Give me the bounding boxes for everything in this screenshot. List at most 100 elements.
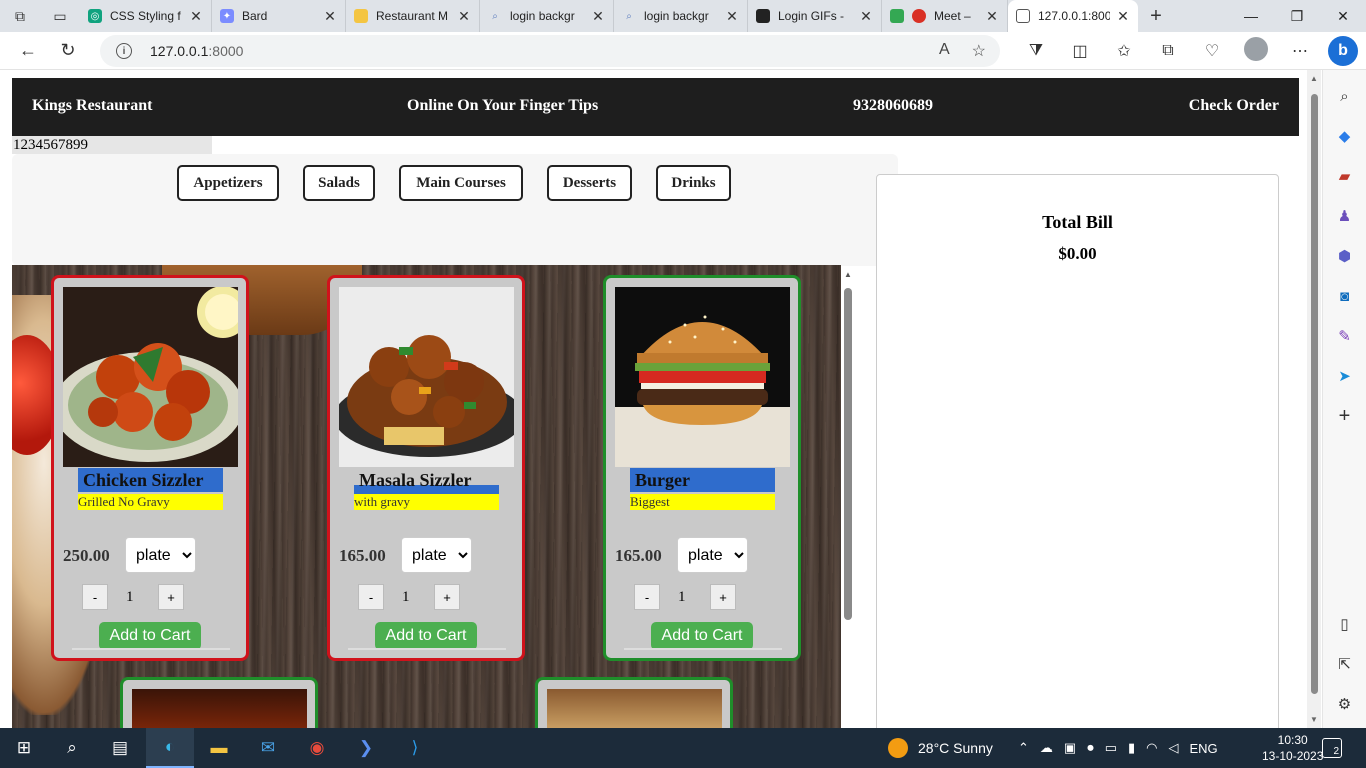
refresh-icon[interactable]: ↻ (48, 32, 88, 70)
tools-briefcase-icon[interactable]: ▰ (1331, 162, 1359, 190)
sidebar-toggle-icon[interactable]: ▯ (1331, 610, 1359, 638)
unit-select[interactable]: plate (677, 537, 748, 573)
edge-browser-icon[interactable]: ◐ (146, 728, 194, 768)
vscode-icon[interactable]: ⟩ (391, 728, 439, 768)
workspaces-icon[interactable]: ⧉ (0, 0, 40, 32)
volume-icon[interactable]: ◁ (1169, 740, 1179, 756)
browser-essentials-icon[interactable]: ♡ (1190, 41, 1234, 61)
file-explorer-icon[interactable]: ▬ (195, 728, 243, 768)
browser-tab[interactable]: ✦ Bard ✕ (212, 0, 346, 32)
url-field[interactable]: i 127.0.0.1:8000 A ☆ (100, 35, 1000, 67)
chrome-icon[interactable]: ◉ (293, 728, 341, 768)
quantity-value: 1 (126, 589, 134, 605)
quantity-increase-button[interactable]: + (158, 584, 184, 610)
browser-tab[interactable]: Restaurant M ✕ (346, 0, 480, 32)
windows-start-icon[interactable]: ⊞ (0, 728, 48, 768)
scroll-up-icon[interactable]: ▲ (844, 270, 852, 279)
menu-card (535, 677, 733, 728)
favorites-icon[interactable]: ✩ (1102, 41, 1146, 61)
browser-tab[interactable]: ⌕ login backgr ✕ (480, 0, 614, 32)
close-icon[interactable]: ✕ (725, 8, 739, 25)
masala-sizzler-image (339, 287, 514, 467)
page-scrollbar[interactable]: ▲ ▼ (1307, 70, 1321, 728)
browser-tab[interactable]: ◎ CSS Styling f ✕ (80, 0, 212, 32)
close-icon[interactable]: ✕ (1116, 8, 1130, 25)
browser-tab-active[interactable]: 127.0.0.1:800 ✕ (1008, 0, 1138, 32)
split-screen-icon[interactable]: ◫ (1058, 41, 1102, 61)
category-appetizers-button[interactable]: Appetizers (177, 165, 279, 201)
close-icon[interactable]: ✕ (189, 8, 203, 25)
browser-tab[interactable]: ⌕ login backgr ✕ (614, 0, 748, 32)
minimize-icon[interactable]: — (1228, 0, 1274, 32)
extensions-icon[interactable]: ⧩ (1014, 42, 1058, 60)
quantity-increase-button[interactable]: + (434, 584, 460, 610)
info-icon[interactable]: i (116, 43, 132, 59)
table-number-field[interactable]: 1234567899 (12, 136, 212, 154)
add-icon[interactable]: + (1331, 402, 1359, 430)
powershell-icon[interactable]: ❯ (342, 728, 390, 768)
scroll-thumb[interactable] (844, 288, 852, 620)
new-tab-button[interactable]: + (1138, 0, 1174, 32)
menu-scrollbar[interactable]: ▲ (841, 270, 855, 630)
chevron-up-icon[interactable]: ⌃ (1018, 740, 1029, 756)
scroll-down-icon[interactable]: ▼ (1310, 715, 1318, 724)
collections-icon[interactable]: ⧉ (1146, 42, 1190, 60)
tab-actions-icon[interactable]: ▭ (40, 0, 80, 32)
language-indicator[interactable]: ENG (1190, 741, 1218, 756)
url-port: :8000 (208, 43, 244, 59)
quantity-increase-button[interactable]: + (710, 584, 736, 610)
settings-gear-icon[interactable]: ⚙ (1331, 690, 1359, 718)
more-menu-icon[interactable]: ⋯ (1278, 41, 1322, 61)
quantity-decrease-button[interactable]: - (82, 584, 108, 610)
add-to-cart-button[interactable]: Add to Cart (99, 622, 201, 650)
os-taskbar: ⊞ ⌕ ▤ ◐ ▬ ✉ ◉ ❯ ⟩ 28°C Sunny ⌃ ☁ ▣ ⏺ ▭ ▮… (0, 728, 1366, 768)
quantity-decrease-button[interactable]: - (634, 584, 660, 610)
read-aloud-icon[interactable]: A (939, 41, 950, 61)
category-main-courses-button[interactable]: Main Courses (399, 165, 523, 201)
wifi-icon[interactable]: ◠ (1146, 740, 1157, 756)
close-icon[interactable]: ✕ (591, 8, 605, 25)
games-icon[interactable]: ♟ (1331, 202, 1359, 230)
close-window-icon[interactable]: ✕ (1320, 0, 1366, 32)
search-icon[interactable]: ⌕ (1331, 82, 1359, 110)
microsoft-365-icon[interactable]: ⬢ (1331, 242, 1359, 270)
cloud-icon[interactable]: ☁ (1040, 740, 1053, 756)
check-order-link[interactable]: Check Order (1189, 97, 1279, 115)
designer-icon[interactable]: ✎ (1331, 322, 1359, 350)
mail-icon[interactable]: ✉ (244, 728, 292, 768)
search-icon[interactable]: ⌕ (48, 728, 96, 768)
favorite-star-icon[interactable]: ☆ (972, 41, 986, 61)
category-desserts-button[interactable]: Desserts (547, 165, 632, 201)
scroll-thumb[interactable] (1311, 94, 1318, 694)
scroll-up-icon[interactable]: ▲ (1310, 74, 1318, 83)
weather-widget[interactable]: 28°C Sunny (888, 728, 993, 768)
unit-select[interactable]: plate (125, 537, 196, 573)
clock[interactable]: 10:30 13-10-2023 (1262, 732, 1323, 764)
task-view-icon[interactable]: ▤ (96, 728, 144, 768)
restore-icon[interactable]: ❐ (1274, 0, 1320, 32)
battery-icon[interactable]: ▮ (1128, 740, 1135, 756)
unit-select[interactable]: plate (401, 537, 472, 573)
add-to-cart-button[interactable]: Add to Cart (375, 622, 477, 650)
browser-tab[interactable]: Login GIFs - ✕ (748, 0, 882, 32)
shopping-tag-icon[interactable]: ◆ (1331, 122, 1359, 150)
copilot-icon[interactable]: b (1328, 36, 1358, 66)
quantity-decrease-button[interactable]: - (358, 584, 384, 610)
close-icon[interactable]: ✕ (859, 8, 873, 25)
close-icon[interactable]: ✕ (323, 8, 337, 25)
category-drinks-button[interactable]: Drinks (656, 165, 731, 201)
profile-avatar[interactable] (1234, 36, 1278, 66)
display-icon[interactable]: ▭ (1105, 740, 1117, 756)
drop-icon[interactable]: ➤ (1331, 362, 1359, 390)
close-icon[interactable]: ✕ (457, 8, 471, 25)
device-icon[interactable]: ▣ (1064, 740, 1076, 756)
microphone-icon[interactable]: ⏺ (1087, 740, 1094, 756)
outlook-icon[interactable]: ◙ (1331, 282, 1359, 310)
notification-center-icon[interactable]: 2 (1322, 738, 1342, 758)
open-external-icon[interactable]: ⇱ (1331, 650, 1359, 678)
browser-tab[interactable]: Meet – ✕ (882, 0, 1008, 32)
back-icon[interactable]: ← (8, 32, 48, 70)
add-to-cart-button[interactable]: Add to Cart (651, 622, 753, 650)
category-salads-button[interactable]: Salads (303, 165, 375, 201)
close-icon[interactable]: ✕ (985, 8, 999, 25)
